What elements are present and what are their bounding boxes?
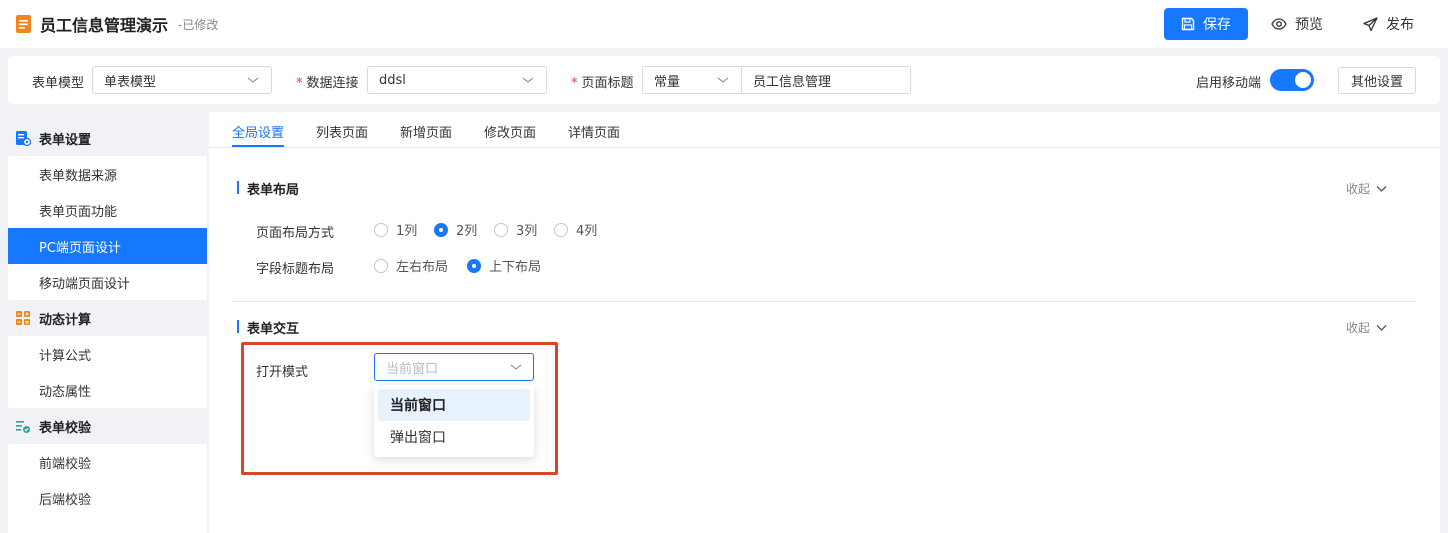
radio-label: 3列: [516, 224, 538, 239]
top-header: 员工信息管理演示 -已修改 保存 预览 发布: [0, 0, 1448, 48]
collapse-interaction-button[interactable]: 收起: [1346, 319, 1387, 336]
preview-button[interactable]: 预览: [1271, 8, 1323, 40]
page-title-type-select[interactable]: 常量: [642, 66, 742, 94]
radio-label: 2列: [456, 224, 478, 239]
sidebar-group-label: 动态计算: [39, 312, 92, 328]
radio-3col[interactable]: 3列: [494, 220, 537, 239]
chevron-down-icon: [1376, 324, 1387, 331]
tab-edit-page[interactable]: 修改页面: [484, 122, 536, 141]
chevron-down-icon: [1376, 185, 1387, 192]
radio-label: 上下布局: [489, 260, 542, 275]
collapse-label: 收起: [1346, 321, 1371, 335]
sidebar-group-validation: 表单校验: [8, 408, 207, 444]
form-model-value: 单表模型: [104, 74, 157, 90]
save-icon: [1181, 17, 1195, 31]
form-model-label: 表单模型: [32, 76, 85, 91]
radio-label: 1列: [396, 224, 418, 239]
main-panel: 全局设置 列表页面 新增页面 修改页面 详情页面 表单布局 收起 页面布局方式 …: [209, 112, 1440, 533]
other-settings-button[interactable]: 其他设置: [1338, 67, 1416, 94]
page-layout-label: 页面布局方式: [256, 226, 335, 241]
data-conn-label: * 数据连接: [296, 76, 359, 91]
modified-status: -已修改: [178, 18, 219, 32]
radio-circle: [554, 222, 568, 237]
send-icon: [1363, 16, 1378, 31]
radio-1col[interactable]: 1列: [374, 220, 417, 239]
tab-add-page[interactable]: 新增页面: [400, 122, 452, 141]
page-title-input[interactable]: 员工信息管理: [741, 66, 911, 94]
mobile-label: 启用移动端: [1196, 76, 1262, 91]
app-title: 员工信息管理演示: [40, 16, 169, 35]
open-mode-label: 打开模式: [256, 365, 309, 380]
radio-circle-checked: [467, 258, 481, 273]
collapse-label: 收起: [1346, 182, 1371, 196]
save-label: 保存: [1203, 17, 1231, 33]
sidebar-item-mobile-design[interactable]: 移动端页面设计: [8, 264, 207, 300]
open-mode-select[interactable]: 当前窗口: [374, 353, 534, 381]
radio-4col[interactable]: 4列: [554, 220, 597, 239]
radio-circle-checked: [434, 222, 448, 237]
sidebar-item-frontend-validation[interactable]: 前端校验: [8, 444, 207, 480]
sidebar-group-label: 表单设置: [39, 132, 92, 148]
sidebar-item-page-function[interactable]: 表单页面功能: [8, 192, 207, 228]
form-settings-icon: [16, 131, 31, 146]
radio-circle: [494, 222, 508, 237]
data-conn-select[interactable]: ddsl: [367, 66, 547, 94]
sidebar: 表单设置 表单数据来源 表单页面功能 PC端页面设计 移动端页面设计 动态计算 …: [8, 120, 207, 533]
sidebar-group-label: 表单校验: [39, 420, 92, 436]
radio-label: 4列: [576, 224, 598, 239]
page-title-label: * 页面标题: [571, 76, 634, 91]
tab-detail-page[interactable]: 详情页面: [568, 122, 620, 141]
mobile-toggle[interactable]: [1270, 69, 1314, 91]
sidebar-group-dynamic-calc: 动态计算: [8, 300, 207, 336]
open-mode-placeholder: 当前窗口: [386, 361, 439, 377]
sidebar-item-formula[interactable]: 计算公式: [8, 336, 207, 372]
tab-global[interactable]: 全局设置: [232, 122, 284, 141]
field-title-layout-label: 字段标题布局: [256, 262, 335, 277]
document-icon: [16, 15, 31, 33]
radio-circle: [374, 258, 388, 273]
radio-circle: [374, 222, 388, 237]
sidebar-item-dynamic-attr[interactable]: 动态属性: [8, 372, 207, 408]
publish-button[interactable]: 发布: [1363, 8, 1414, 40]
sidebar-item-pc-design[interactable]: PC端页面设计: [8, 228, 207, 264]
option-popup-window[interactable]: 弹出窗口: [378, 421, 530, 453]
page-title-type-value: 常量: [654, 74, 681, 90]
active-tab-indicator: [232, 145, 284, 147]
tab-list-page[interactable]: 列表页面: [316, 122, 368, 141]
radio-top-bottom[interactable]: 上下布局: [467, 256, 541, 275]
radio-label: 左右布局: [396, 260, 449, 275]
chevron-down-icon: [717, 77, 729, 83]
open-mode-dropdown: 当前窗口 弹出窗口: [374, 385, 534, 457]
tab-bar: 全局设置 列表页面 新增页面 修改页面 详情页面: [209, 112, 1440, 148]
section-divider: [232, 301, 1416, 302]
page-title-value: 员工信息管理: [753, 74, 832, 90]
sidebar-item-backend-validation[interactable]: 后端校验: [8, 480, 207, 516]
calculator-icon: [16, 311, 30, 325]
sidebar-item-data-source[interactable]: 表单数据来源: [8, 156, 207, 192]
section-title-layout: 表单布局: [237, 179, 299, 198]
chevron-down-icon: [510, 364, 522, 370]
eye-icon: [1271, 18, 1287, 30]
sidebar-group-form-settings: 表单设置: [8, 120, 207, 156]
radio-left-right[interactable]: 左右布局: [374, 256, 448, 275]
validation-icon: [16, 421, 30, 433]
form-model-select[interactable]: 单表模型: [92, 66, 272, 94]
config-bar: 表单模型 单表模型 * 数据连接 ddsl * 页面标题 常量 员工信息管理 启用移…: [8, 56, 1440, 104]
chevron-down-icon: [522, 77, 534, 83]
data-conn-value: ddsl: [379, 72, 406, 88]
radio-2col[interactable]: 2列: [434, 220, 477, 239]
option-current-window[interactable]: 当前窗口: [378, 389, 530, 421]
collapse-layout-button[interactable]: 收起: [1346, 180, 1387, 197]
section-title-interaction: 表单交互: [237, 318, 299, 337]
preview-label: 预览: [1295, 17, 1323, 33]
publish-label: 发布: [1386, 17, 1414, 33]
save-button[interactable]: 保存: [1164, 8, 1248, 40]
chevron-down-icon: [247, 77, 259, 83]
